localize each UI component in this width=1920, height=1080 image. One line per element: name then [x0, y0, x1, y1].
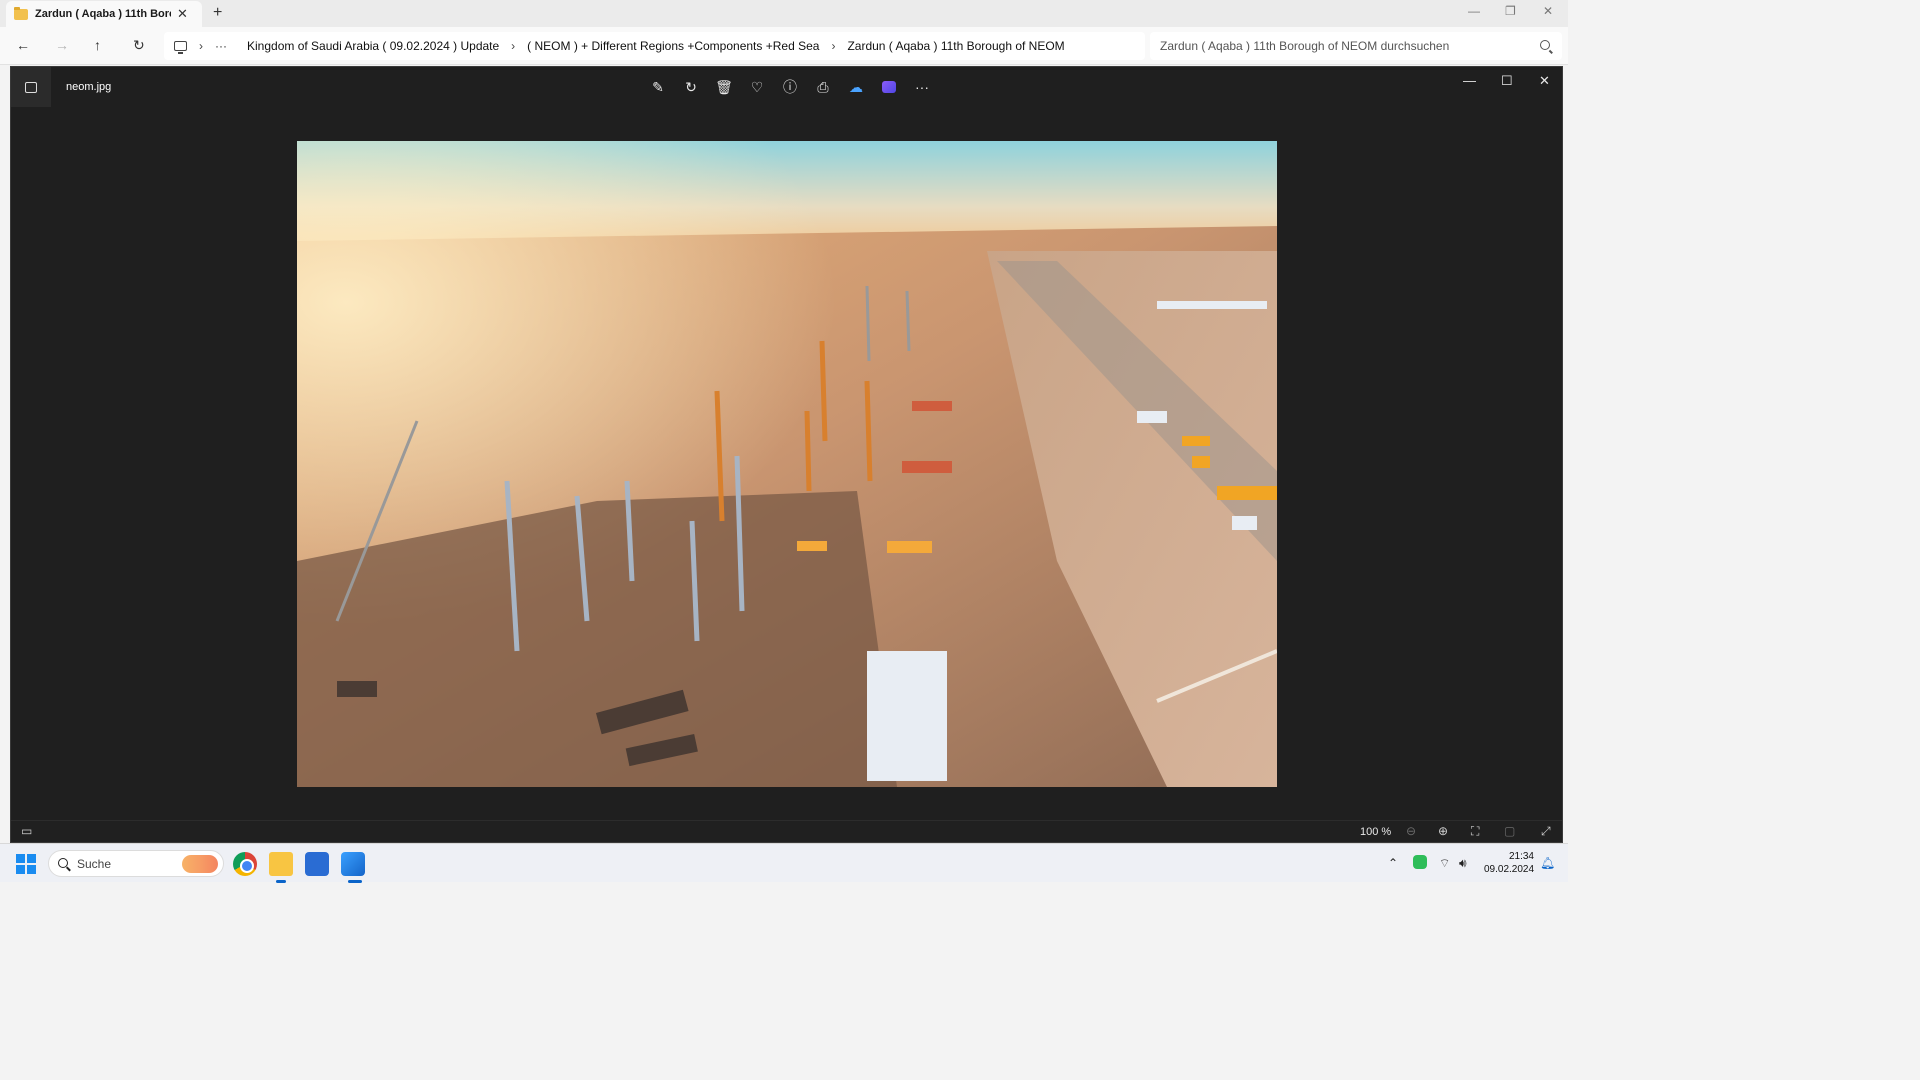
close-window-icon[interactable]: ✕ [1543, 4, 1553, 18]
explorer-tab[interactable]: Zardun ( Aqaba ) 11th Boroug ✕ [6, 1, 202, 27]
construction-site-photo [297, 141, 1277, 787]
new-tab-button[interactable]: + [213, 4, 222, 22]
tab-title: Zardun ( Aqaba ) 11th Boroug [35, 8, 171, 20]
zoom-out-icon[interactable]: ⊖ [1406, 824, 1416, 838]
forward-icon[interactable]: → [55, 37, 69, 53]
refresh-icon[interactable]: ↻ [133, 37, 145, 54]
clock-date: 09.02.2024 [1484, 864, 1535, 875]
file-explorer-icon[interactable] [269, 852, 293, 876]
fullscreen-icon[interactable]: ⤢ [1541, 824, 1551, 839]
explorer-search-input[interactable]: Zardun ( Aqaba ) 11th Borough of NEOM du… [1150, 32, 1562, 60]
viewer-titlebar: neom.jpg ✎ ↻ 🗑 ♡ ⓘ ⎙ ☁ ··· — ☐ ✕ [11, 67, 1562, 107]
more-icon[interactable]: ··· [912, 77, 932, 97]
active-indicator [348, 880, 362, 883]
search-icon [1540, 40, 1550, 50]
wifi-icon[interactable]: ⌔ [1439, 856, 1450, 871]
clipchamp-icon[interactable] [879, 77, 899, 97]
search-icon [58, 858, 68, 868]
clock[interactable]: 21:34 09.02.2024 [1484, 850, 1534, 876]
chevron-right-icon[interactable]: › [511, 39, 515, 53]
viewer-maximize-icon[interactable]: ☐ [1501, 73, 1513, 89]
filmstrip-icon[interactable]: ▭ [21, 824, 32, 838]
viewer-minimize-icon[interactable]: — [1463, 73, 1476, 88]
breadcrumb-item[interactable]: ( NEOM ) + Different Regions +Components… [527, 39, 819, 53]
photo-viewer-window: neom.jpg ✎ ↻ 🗑 ♡ ⓘ ⎙ ☁ ··· — ☐ ✕ ▭ 100 %… [10, 66, 1563, 843]
favorite-icon[interactable]: ♡ [747, 77, 767, 97]
info-icon[interactable]: ⓘ [780, 77, 800, 97]
rotate-icon[interactable]: ↻ [681, 77, 701, 97]
photos-app-icon [11, 67, 51, 107]
photos-taskbar-icon[interactable] [341, 852, 365, 876]
file-name: neom.jpg [66, 81, 112, 93]
delete-icon[interactable]: 🗑 [714, 77, 734, 97]
onedrive-icon[interactable]: ☁ [846, 77, 866, 97]
folder-icon [14, 6, 28, 20]
volume-icon[interactable]: 🔊︎ [1459, 856, 1467, 871]
security-icon[interactable] [1413, 855, 1427, 869]
print-icon[interactable]: ⎙ [813, 77, 833, 97]
chrome-icon[interactable] [233, 852, 257, 876]
zoom-level: 100 % [1360, 826, 1392, 838]
breadcrumb-item[interactable]: Kingdom of Saudi Arabia ( 09.02.2024 ) U… [247, 39, 499, 53]
taskbar-search-label: Suche [77, 856, 112, 871]
back-icon[interactable]: ← [16, 37, 30, 53]
taskbar-search[interactable]: Suche [48, 850, 224, 877]
chevron-up-icon[interactable]: ⌃ [1388, 856, 1398, 870]
up-icon[interactable]: ↑ [94, 37, 101, 53]
restore-icon[interactable]: ❐ [1505, 4, 1516, 18]
more-locations-icon[interactable]: ··· [215, 39, 227, 53]
close-tab-icon[interactable]: ✕ [177, 6, 188, 22]
search-highlight-icon [182, 855, 218, 873]
viewer-close-icon[interactable]: ✕ [1539, 73, 1550, 89]
explorer-address-row: ← → ↑ ↻ › ··· › Kingdom of Saudi Arabia … [0, 27, 1568, 65]
viewer-footer: ▭ 100 % ⊖ ⊕ ⛶ ▢ ⤢ [11, 820, 1562, 842]
explorer-tab-bar: Zardun ( Aqaba ) 11th Boroug ✕ + — ❐ ✕ [0, 0, 1568, 27]
taskbar: Suche ⌃ ⌔ 🔊︎ 21:34 09.02.2024 🔔︎ [0, 843, 1568, 883]
clock-time: 21:34 [1508, 851, 1534, 862]
microsoft-store-icon[interactable] [305, 852, 329, 876]
zoom-in-icon[interactable]: ⊕ [1438, 824, 1448, 838]
chevron-right-icon[interactable]: › [199, 39, 203, 53]
notification-bell-icon[interactable]: 🔔︎ [1540, 856, 1555, 870]
photo-image [297, 141, 1277, 787]
fit-to-window-icon[interactable]: ⛶ [1471, 824, 1479, 839]
edit-icon[interactable]: ✎ [648, 77, 668, 97]
viewer-toolbar: ✎ ↻ 🗑 ♡ ⓘ ⎙ ☁ ··· [648, 77, 932, 97]
address-bar[interactable]: › ··· › Kingdom of Saudi Arabia ( 09.02.… [164, 32, 1145, 60]
search-placeholder: Zardun ( Aqaba ) 11th Borough of NEOM du… [1160, 39, 1450, 53]
start-button[interactable] [16, 854, 36, 874]
actual-size-icon[interactable]: ▢ [1504, 824, 1515, 838]
breadcrumb-item[interactable]: Zardun ( Aqaba ) 11th Borough of NEOM [847, 39, 1064, 53]
running-indicator [276, 880, 286, 883]
minimize-icon[interactable]: — [1468, 4, 1480, 18]
this-pc-icon [174, 41, 187, 54]
chevron-right-icon[interactable]: › [831, 39, 835, 53]
